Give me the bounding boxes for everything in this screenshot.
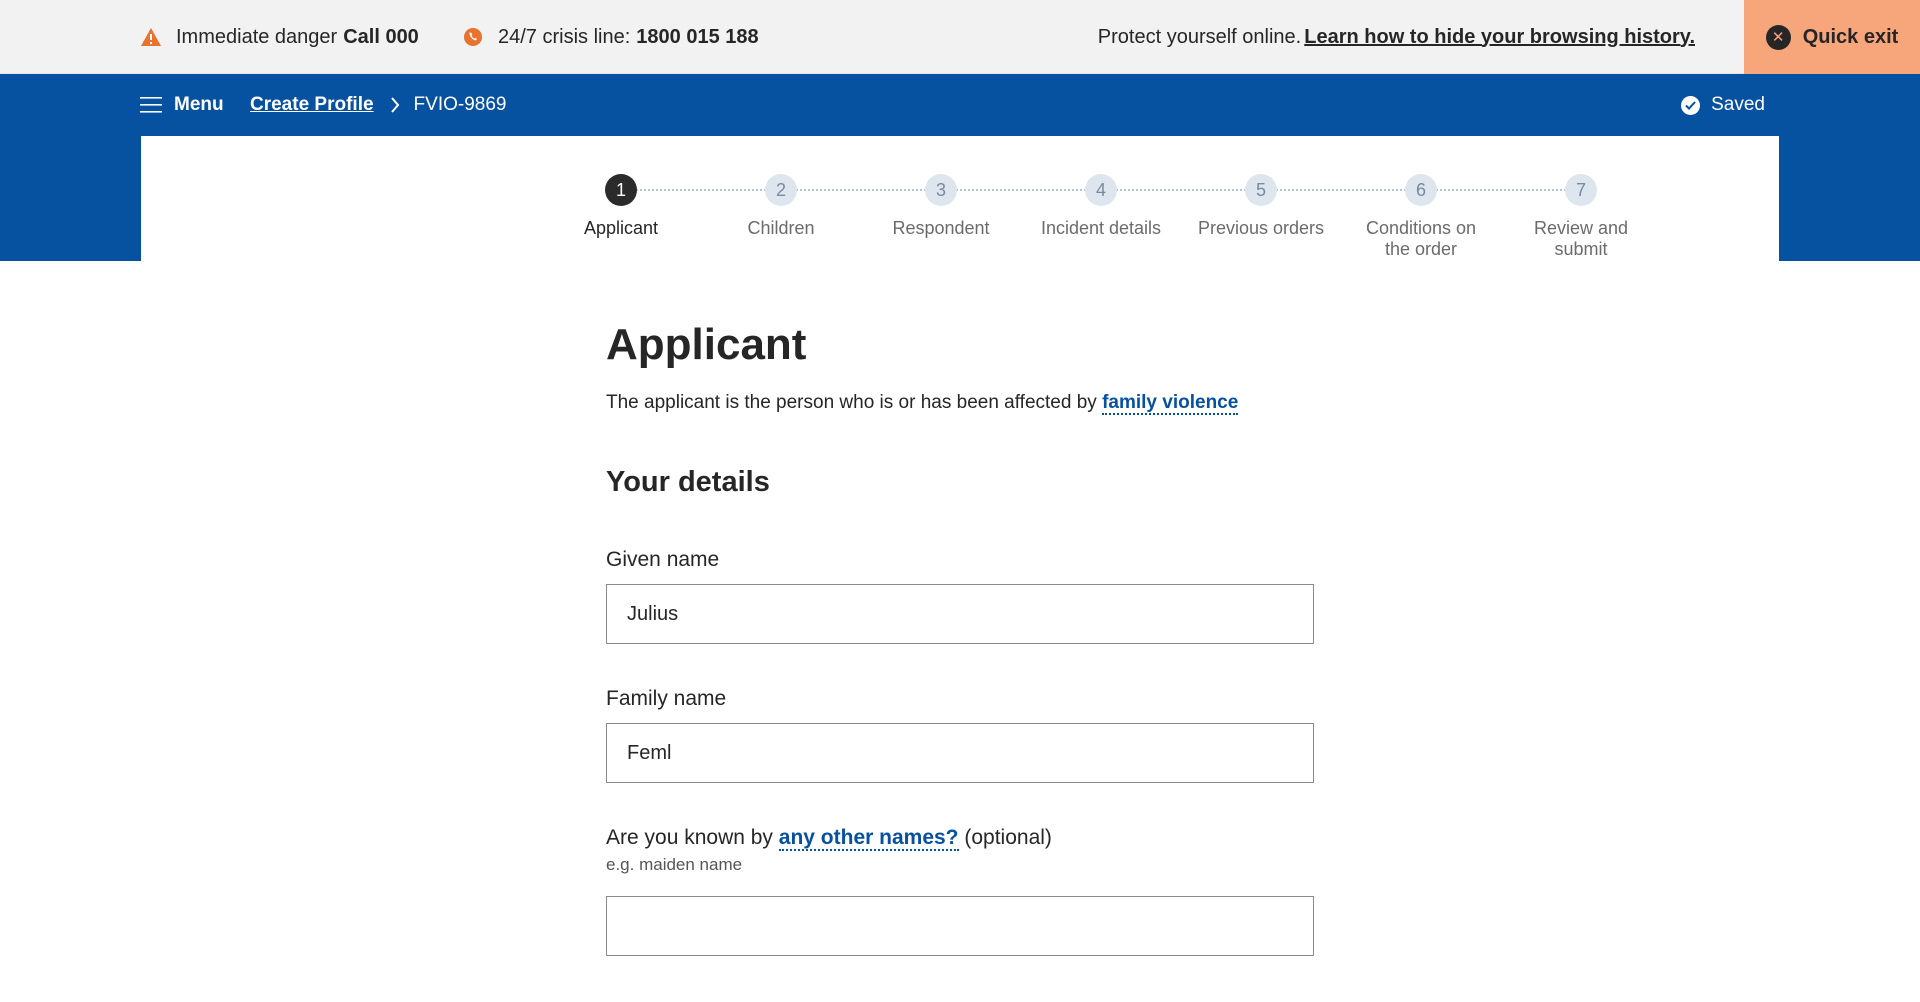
family-name-input[interactable] xyxy=(606,723,1314,783)
given-name-input[interactable] xyxy=(606,584,1314,644)
immediate-danger: Immediate danger Call 000 xyxy=(140,0,419,74)
step-label: Respondent xyxy=(892,218,990,238)
crisis-number: 1800 015 188 xyxy=(636,25,759,48)
step-label: Applicant xyxy=(583,218,659,238)
crisis-text: 24/7 crisis line: xyxy=(498,25,631,48)
hide-browsing-history-link[interactable]: Learn how to hide your browsing history. xyxy=(1304,26,1695,49)
other-names-label-prefix: Are you known by xyxy=(606,826,773,849)
given-name-field: Given name xyxy=(606,547,1316,644)
phone-icon xyxy=(464,28,482,46)
given-name-label: Given name xyxy=(606,548,720,571)
step-number: 4 xyxy=(1085,174,1117,206)
step-applicant[interactable]: 1 Applicant xyxy=(546,174,696,239)
safety-bar: Immediate danger Call 000 24/7 crisis li… xyxy=(0,0,1920,74)
step-number: 2 xyxy=(765,174,797,206)
step-label: Review and submit xyxy=(1533,218,1629,259)
step-label: Conditions on the order xyxy=(1365,218,1477,259)
hamburger-icon xyxy=(140,97,162,113)
family-name-field: Family name xyxy=(606,686,1316,783)
step-respondent[interactable]: 3 Respondent xyxy=(866,174,1016,239)
family-violence-link[interactable]: family violence xyxy=(1102,392,1239,415)
step-incident-details[interactable]: 4 Incident details xyxy=(1026,174,1176,239)
chevron-right-icon xyxy=(390,97,399,113)
family-name-label: Family name xyxy=(606,687,727,710)
step-children[interactable]: 2 Children xyxy=(706,174,856,239)
nav-row: Menu Create Profile FVIO-9869 Saved xyxy=(0,74,1920,136)
intro-text: The applicant is the person who is or ha… xyxy=(606,390,1316,416)
step-label: Children xyxy=(747,218,815,238)
protect-online: Protect yourself online. Learn how to hi… xyxy=(1098,0,1695,74)
main-content: Applicant The applicant is the person wh… xyxy=(606,318,1316,956)
other-names-label: Are you known by any other names? (optio… xyxy=(606,826,1052,851)
warning-icon xyxy=(141,28,161,46)
step-label: Previous orders xyxy=(1197,218,1325,238)
step-previous-orders[interactable]: 5 Previous orders xyxy=(1186,174,1336,239)
step-number: 5 xyxy=(1245,174,1277,206)
step-label: Incident details xyxy=(1040,218,1162,238)
other-names-link[interactable]: any other names? xyxy=(778,826,959,851)
protect-text: Protect yourself online. xyxy=(1097,25,1302,48)
danger-text: Immediate danger xyxy=(176,25,338,48)
step-number: 7 xyxy=(1565,174,1597,206)
crisis-line: 24/7 crisis line: 1800 015 188 xyxy=(463,0,759,74)
quick-exit-label: Quick exit xyxy=(1802,25,1899,48)
step-number: 6 xyxy=(1405,174,1437,206)
progress-stepper: 1 Applicant 2 Children 3 Respondent 4 In… xyxy=(141,136,1779,262)
step-conditions-on-order[interactable]: 6 Conditions on the order xyxy=(1356,174,1486,260)
page-title: Applicant xyxy=(606,320,807,369)
quick-exit-button[interactable]: ✕ Quick exit xyxy=(1744,0,1920,74)
step-number: 1 xyxy=(605,174,637,206)
breadcrumb-create-profile[interactable]: Create Profile xyxy=(250,94,374,116)
other-names-hint: e.g. maiden name xyxy=(606,855,743,874)
saved-label: Saved xyxy=(1711,94,1765,115)
breadcrumb: Create Profile FVIO-9869 xyxy=(250,74,506,136)
step-number: 3 xyxy=(925,174,957,206)
other-names-field: Are you known by any other names? (optio… xyxy=(606,825,1316,956)
other-names-input[interactable] xyxy=(606,896,1314,956)
step-review-submit[interactable]: 7 Review and submit xyxy=(1526,174,1636,260)
check-circle-icon xyxy=(1681,95,1701,115)
intro-sentence: The applicant is the person who is or ha… xyxy=(606,392,1097,413)
other-names-label-suffix: (optional) xyxy=(964,826,1052,849)
danger-number: Call 000 xyxy=(343,25,419,48)
section-title: Your details xyxy=(606,466,770,498)
close-icon: ✕ xyxy=(1765,24,1791,50)
menu-button[interactable]: Menu xyxy=(140,74,224,136)
saved-status: Saved xyxy=(1681,74,1765,136)
menu-label: Menu xyxy=(174,94,224,115)
breadcrumb-current: FVIO-9869 xyxy=(413,94,507,115)
